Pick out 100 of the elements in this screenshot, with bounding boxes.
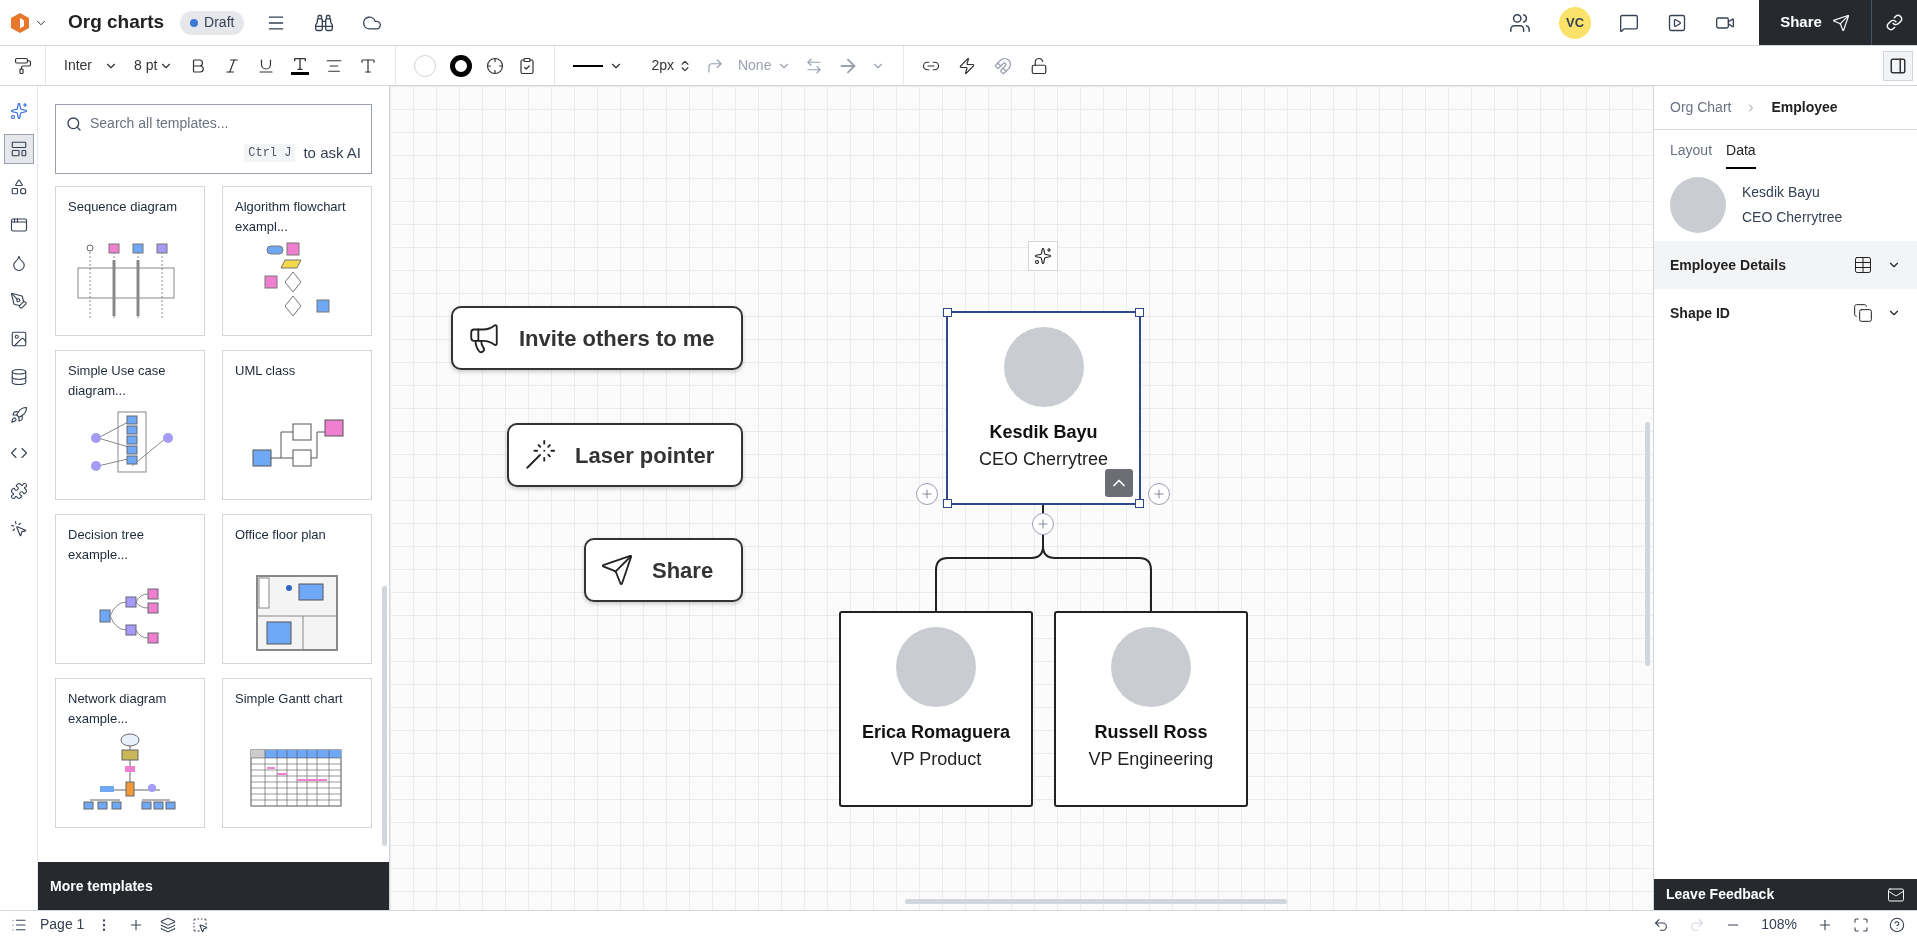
template-title: Network diagram example... <box>68 690 168 728</box>
select-icon[interactable] <box>192 916 209 933</box>
template-card[interactable]: Sequence diagram <box>55 186 205 336</box>
employee-card[interactable]: Kesdik Bayu CEO Cherrytree <box>946 311 1141 505</box>
employee-card[interactable]: Erica Romaguera VP Product <box>839 611 1033 807</box>
text-options-icon[interactable] <box>359 56 378 75</box>
help-icon[interactable] <box>1889 916 1905 933</box>
employee-name: Russell Ross <box>1094 721 1208 744</box>
template-title: Decision tree example... <box>68 526 145 564</box>
employee-title: VP Engineering <box>1088 748 1214 771</box>
template-card[interactable]: Algorithm flowchart exampl... <box>222 186 372 336</box>
collapse-button[interactable] <box>1105 469 1133 497</box>
employee-title: VP Product <box>890 748 982 771</box>
status-text: Draft <box>204 13 235 32</box>
paper-plane-icon <box>1831 13 1850 32</box>
breadcrumb-current: Employee <box>1771 98 1838 117</box>
unlock-icon[interactable] <box>1030 56 1049 75</box>
template-icon[interactable] <box>3 134 34 164</box>
side-panel-icon <box>1889 56 1907 75</box>
panel-tab[interactable]: Layout <box>1670 140 1713 169</box>
logo-icon[interactable] <box>10 11 30 34</box>
font-dropdown[interactable]: Inter <box>64 55 118 76</box>
panel-tab[interactable]: Data <box>1726 140 1756 169</box>
play-icon[interactable] <box>1667 12 1687 33</box>
add-node-button[interactable] <box>1148 483 1170 505</box>
wand-icon <box>523 438 557 472</box>
font-size-dropdown[interactable]: 8 pt <box>134 55 174 76</box>
callout-card[interactable]: Invite others to me <box>451 306 743 370</box>
person-name: Kesdik Bayu <box>1742 183 1821 202</box>
shortcut-key: Ctrl J <box>244 144 296 163</box>
paper-plane-icon <box>600 553 634 587</box>
photo-placeholder <box>1670 177 1726 233</box>
resize-handle[interactable] <box>1135 499 1144 508</box>
fill-swatch[interactable] <box>414 54 437 77</box>
template-card[interactable]: Simple Gantt chart <box>222 678 372 828</box>
undo-icon[interactable] <box>1653 916 1670 933</box>
callout-label: Laser pointer <box>575 441 715 470</box>
zoom-level[interactable]: 108% <box>1761 914 1797 935</box>
panel-toggle-button[interactable] <box>1883 50 1913 81</box>
template-card[interactable]: Decision tree example... <box>55 514 205 664</box>
template-card[interactable]: Simple Use case diagram... <box>55 350 205 500</box>
template-title: UML class <box>235 362 297 380</box>
copy-icon <box>1853 303 1873 323</box>
callout-card[interactable]: Share <box>584 538 743 602</box>
binoculars-icon[interactable] <box>314 12 335 33</box>
comment-icon[interactable] <box>1619 12 1639 33</box>
plus-icon <box>1152 487 1166 501</box>
section-header[interactable]: Shape ID <box>1654 289 1917 337</box>
section-header[interactable]: Employee Details <box>1654 241 1917 289</box>
magnet-icon[interactable] <box>994 56 1013 75</box>
template-card[interactable]: Office floor plan <box>222 514 372 664</box>
resize-handle[interactable] <box>943 308 952 317</box>
sparkle-icon <box>1034 247 1052 265</box>
breadcrumb-link[interactable]: Org Chart <box>1670 97 1732 118</box>
employee-title: CEO Cherrytree <box>978 448 1108 471</box>
link-icon <box>1886 14 1903 31</box>
clipboard-icon[interactable] <box>518 56 537 75</box>
mail-icon <box>1887 885 1905 904</box>
search-icon <box>66 115 82 132</box>
callout-card[interactable]: Laser pointer <box>507 423 743 487</box>
border-swatch[interactable] <box>450 54 473 77</box>
person-title: CEO Cherrytree <box>1742 208 1843 227</box>
share-button[interactable]: Share <box>1759 0 1871 45</box>
scrollbar[interactable] <box>905 899 1287 904</box>
feedback-button[interactable]: Leave Feedback <box>1654 879 1917 910</box>
search-input[interactable]: Search all templates... <box>90 113 361 134</box>
megaphone-icon <box>467 321 501 355</box>
fit-screen-icon[interactable] <box>1853 916 1869 933</box>
crosshair-icon[interactable] <box>486 56 505 75</box>
template-title: Simple Gantt chart <box>235 690 344 708</box>
scrollbar[interactable] <box>1645 422 1650 666</box>
template-search-box[interactable]: Search all templates... Ctrl J to ask AI <box>55 104 372 174</box>
people-icon[interactable] <box>1509 11 1531 34</box>
template-title: Algorithm flowchart exampl... <box>235 198 347 236</box>
document-title[interactable]: Org charts <box>68 8 165 37</box>
shortcut-hint: to ask AI <box>303 143 361 163</box>
ai-sparkle-button[interactable] <box>1028 241 1058 271</box>
employee-card[interactable]: Russell Ross VP Engineering <box>1054 611 1248 807</box>
scrollbar[interactable] <box>382 586 387 846</box>
more-templates-button[interactable]: More templates <box>38 862 389 910</box>
table-icon <box>1853 255 1873 275</box>
resize-handle[interactable] <box>943 499 952 508</box>
status-pill[interactable]: Draft <box>180 10 245 35</box>
template-card[interactable]: UML class <box>222 350 372 500</box>
page-tab[interactable]: Page 1 <box>38 914 87 935</box>
template-title: Sequence diagram <box>68 198 179 216</box>
plus-icon <box>920 487 934 501</box>
user-avatar[interactable]: VC <box>1559 6 1591 39</box>
template-title: Office floor plan <box>235 526 327 544</box>
add-node-button[interactable] <box>1032 513 1054 535</box>
format-painter-icon[interactable] <box>13 56 32 75</box>
lightning-icon[interactable] <box>958 56 977 75</box>
copy-link-button[interactable] <box>1871 0 1917 45</box>
layers-icon[interactable] <box>160 916 177 933</box>
template-card[interactable]: Network diagram example... <box>55 678 205 828</box>
resize-handle[interactable] <box>1135 308 1144 317</box>
template-title: Simple Use case diagram... <box>68 362 167 400</box>
line-width-stepper[interactable]: 2px <box>651 55 692 76</box>
text-color-icon[interactable] <box>291 56 310 75</box>
add-node-button[interactable] <box>916 483 938 505</box>
